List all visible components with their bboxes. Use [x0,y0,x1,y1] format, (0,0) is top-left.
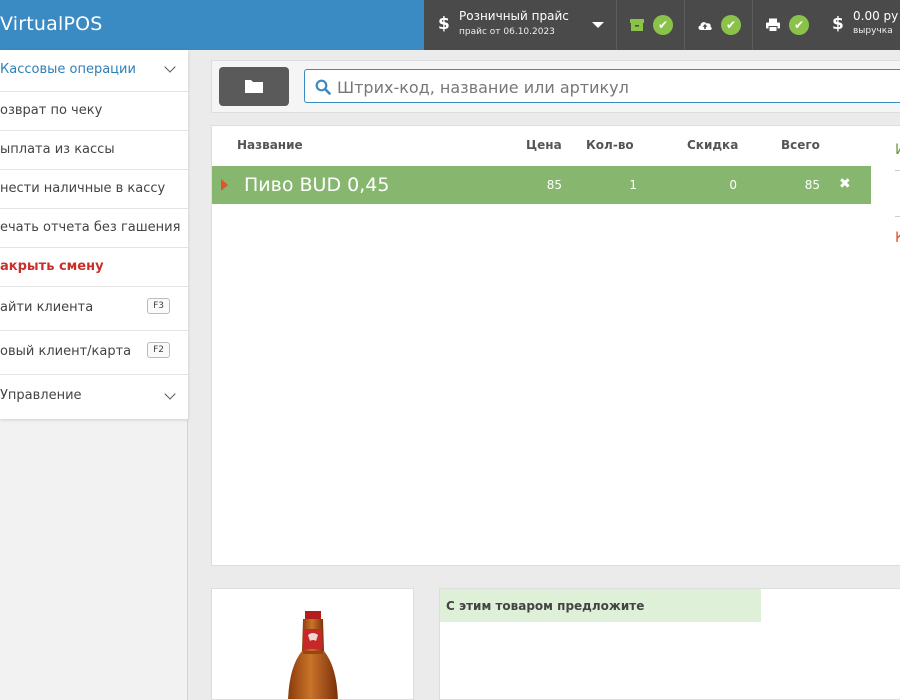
sidebar: Кассовые операции озврат по чеку ыплата … [0,50,188,700]
price-list-title: Розничный прайс [459,9,569,23]
archive-icon [630,19,644,31]
sidebar-item-new-client[interactable]: овый клиент/карта F2 [0,331,188,375]
sidebar-item-cash-operations[interactable]: Кассовые операции [0,50,188,92]
suggestions-panel: С этим товаром предложите [439,588,900,700]
divider [895,170,900,171]
price-list-selector[interactable]: $ Розничный прайс прайс от 06.10.2023 [424,0,616,50]
product-image-card [211,588,414,700]
row-discount[interactable]: 0 [692,178,737,192]
sidebar-item-find-client[interactable]: айти клиента F3 [0,287,188,331]
check-icon: ✔ [789,15,809,35]
sidebar-menu: Кассовые операции озврат по чеку ыплата … [0,50,188,419]
printer-status[interactable]: ✔ [752,0,820,50]
catalog-button[interactable] [219,67,289,106]
cloud-upload-icon [698,22,712,30]
top-bar: VirtualPOS $ Розничный прайс прайс от 06… [0,0,900,50]
sidebar-item-cash-deposit[interactable]: нести наличные в кассу [0,170,188,209]
sidebar-item-management[interactable]: Управление [0,375,188,419]
archive-status[interactable]: ✔ [616,0,684,50]
printer-icon [766,18,780,32]
sidebar-item-label: нести наличные в кассу [0,181,166,196]
close-icon[interactable]: ✖ [839,176,851,192]
caret-down-icon [592,22,604,28]
column-qty: Кол-во [586,138,634,152]
cash-amount: 0.00 ру [853,9,899,23]
search-icon [315,79,331,95]
suggestions-title: С этим товаром предложите [440,589,761,622]
search-toolbar [211,60,900,113]
sidebar-item-label: айти клиента [0,300,94,315]
search-field [304,69,900,103]
table-header: Название Цена Кол-во Скидка Всего [212,126,872,166]
app-title: VirtualPOS [0,13,103,35]
column-price: Цена [526,138,562,152]
sidebar-item-close-shift[interactable]: акрыть смену [0,248,188,287]
column-name: Название [237,138,303,152]
search-input[interactable] [337,75,897,99]
sync-status[interactable]: ✔ [684,0,752,50]
dollar-icon: $ [832,14,844,34]
sidebar-item-label: озврат по чеку [0,103,103,118]
row-total: 85 [804,178,820,192]
sidebar-item-return-by-receipt[interactable]: озврат по чеку [0,92,188,131]
shortcut-badge: F3 [147,298,170,314]
beer-bottle-image [288,611,338,699]
shortcut-badge: F2 [147,342,170,358]
chevron-down-icon [164,61,176,73]
row-marker-icon [221,179,228,191]
sidebar-item-label: ыплата из кассы [0,142,115,157]
column-discount: Скидка [687,138,739,152]
divider [895,216,900,217]
row-price: 85 [546,178,562,192]
check-icon: ✔ [721,15,741,35]
row-qty[interactable]: 1 [607,178,637,192]
sidebar-item-label: ечать отчета без гашения [0,220,181,235]
sidebar-item-label: Управление [0,388,82,403]
sidebar-item-cash-payout[interactable]: ыплата из кассы [0,131,188,170]
table-row[interactable]: Пиво BUD 0,45 85 1 0 85 ✖ [212,166,871,204]
side-panel-label: К [895,230,900,246]
sidebar-item-label: акрыть смену [0,259,104,274]
status-group: ✔ ✔ ✔ [616,0,820,50]
sidebar-item-label: Кассовые операции [0,62,136,77]
sidebar-item-label: овый клиент/карта [0,344,132,359]
cash-summary[interactable]: $ 0.00 ру выручка [820,0,900,50]
side-panel-heading: И [895,142,900,158]
row-product-name: Пиво BUD 0,45 [244,174,390,196]
check-icon: ✔ [653,15,673,35]
sidebar-item-x-report[interactable]: ечать отчета без гашения [0,209,188,248]
receipt-table: Название Цена Кол-во Скидка Всего Пиво B… [211,125,900,566]
price-list-subtitle: прайс от 06.10.2023 [459,27,555,37]
folder-icon [245,80,263,93]
chevron-down-icon [164,388,176,400]
cash-label: выручка [853,26,893,36]
dollar-icon: $ [438,14,450,34]
column-total: Всего [781,138,820,152]
